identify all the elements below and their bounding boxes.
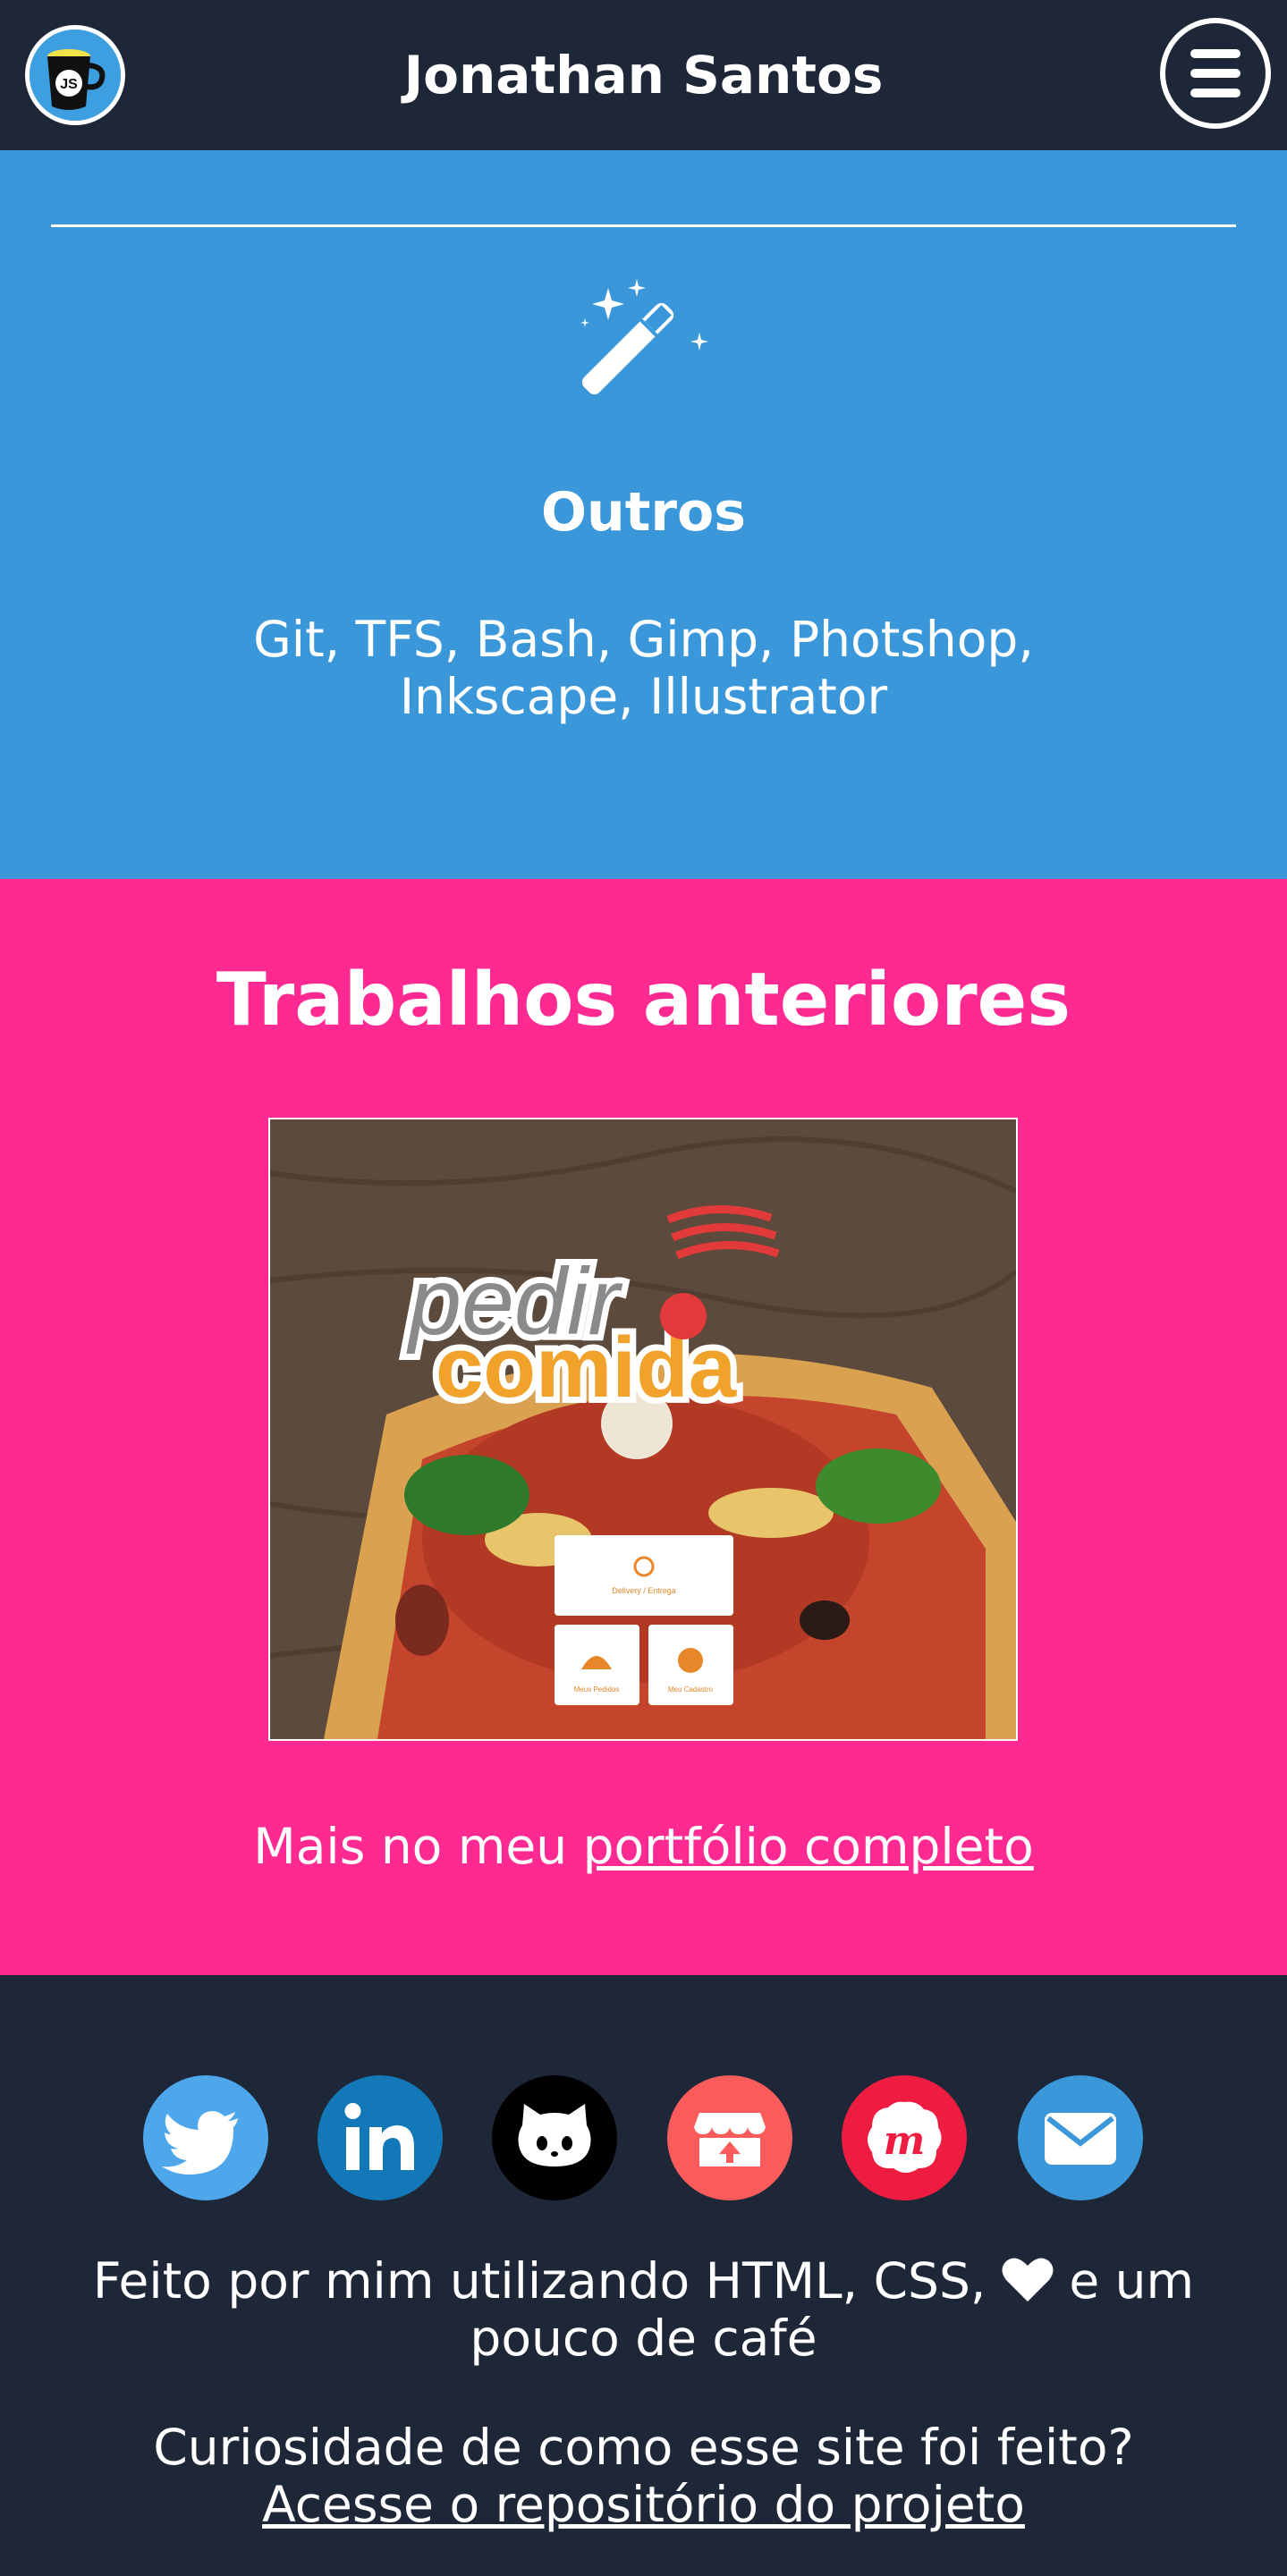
email-icon xyxy=(1018,2075,1143,2200)
hamburger-bar xyxy=(1190,69,1240,78)
top-navbar: JS Jonathan Santos xyxy=(0,0,1287,150)
repository-link[interactable]: Acesse o repositório do projeto xyxy=(262,2476,1025,2533)
linkedin-link[interactable] xyxy=(318,2075,443,2200)
itchio-link[interactable] xyxy=(667,2075,792,2200)
section-divider xyxy=(51,224,1236,227)
skill-title: Outros xyxy=(541,481,746,544)
email-link[interactable] xyxy=(1018,2075,1143,2200)
previous-works-section: Trabalhos anteriores pedir pedir comida … xyxy=(0,879,1287,1975)
heart-icon xyxy=(1002,2258,1054,2302)
skill-description: Git, TFS, Bash, Gimp, Photshop, Inkscape… xyxy=(253,611,1034,725)
magic-wand-icon xyxy=(580,279,708,395)
hamburger-bar xyxy=(1190,89,1240,97)
pizza-project-image: pedir pedir comida comida Delivery / Ent… xyxy=(270,1119,1016,1739)
more-portfolio-text: Mais no meu portfólio completo xyxy=(0,1818,1287,1875)
works-title: Trabalhos anteriores xyxy=(216,958,1071,1043)
repo-prefix: Curiosidade de como esse site foi feito? xyxy=(153,2419,1134,2476)
meetup-link[interactable]: m xyxy=(842,2075,967,2200)
site-title: Jonathan Santos xyxy=(403,45,884,106)
svg-text:m: m xyxy=(884,2118,926,2164)
site-footer: m Feito por mim utilizando HTML, CSS, e … xyxy=(0,1975,1287,2576)
skills-section: Outros Git, TFS, Bash, Gimp, Photshop, I… xyxy=(0,150,1287,879)
github-link[interactable] xyxy=(492,2075,617,2200)
footer-credits: Feito por mim utilizando HTML, CSS, e um… xyxy=(36,2252,1251,2367)
project-thumbnail-pedir-comida[interactable]: pedir pedir comida comida Delivery / Ent… xyxy=(268,1118,1018,1741)
itchio-icon xyxy=(667,2075,792,2200)
twitter-icon xyxy=(143,2075,268,2200)
svg-text:Delivery / Entrega: Delivery / Entrega xyxy=(612,1586,676,1595)
svg-text:Meu Cadastro: Meu Cadastro xyxy=(668,1685,714,1693)
github-icon xyxy=(492,2075,617,2200)
full-portfolio-link[interactable]: portfólio completo xyxy=(583,1818,1034,1875)
footer-repository-text: Curiosidade de como esse site foi feito?… xyxy=(72,2419,1215,2533)
linkedin-icon xyxy=(318,2075,443,2200)
svg-text:Meus Pedidos: Meus Pedidos xyxy=(574,1685,620,1693)
meetup-icon: m xyxy=(842,2075,967,2200)
credits-text-before: Feito por mim utilizando HTML, CSS, xyxy=(92,2252,986,2310)
more-portfolio-prefix: Mais no meu xyxy=(253,1818,583,1875)
menu-button[interactable] xyxy=(1160,18,1271,129)
twitter-link[interactable] xyxy=(143,2075,268,2200)
hamburger-menu-icon xyxy=(1190,49,1240,58)
